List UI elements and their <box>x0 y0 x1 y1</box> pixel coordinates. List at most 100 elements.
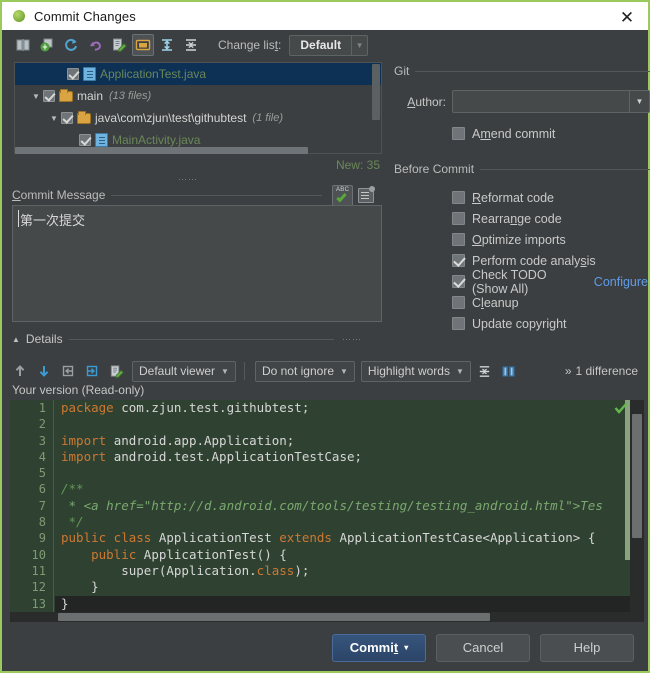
author-input[interactable]: ▼ <box>452 90 650 113</box>
chevron-down-icon[interactable]: ▼ <box>629 91 649 112</box>
scrollbar-thumb[interactable] <box>632 414 642 538</box>
row-checkbox[interactable] <box>43 90 55 102</box>
tree-item-meta: (1 file) <box>252 112 283 124</box>
configure-link[interactable]: Configure <box>594 275 648 289</box>
git-section-label: Git <box>394 64 410 78</box>
code-content[interactable]: package com.zjun.test.githubtest; import… <box>55 400 644 618</box>
analysis-ok-check-icon[interactable] <box>614 402 628 414</box>
commit-message-header: Commit Message <box>12 188 322 202</box>
java-file-icon <box>95 133 108 147</box>
update-copyright-checkbox[interactable] <box>452 317 465 330</box>
editor-horizontal-scrollbar[interactable] <box>10 612 644 622</box>
main-content: ApplicationTest.java ▼ main (13 files) ▼… <box>2 60 650 358</box>
edit-source-icon[interactable] <box>108 34 130 56</box>
chevron-down-icon: ▼ <box>340 366 348 376</box>
cleanup-checkbox[interactable] <box>452 296 465 309</box>
chevron-right-icon[interactable]: » <box>565 364 572 378</box>
refresh-icon[interactable] <box>60 34 82 56</box>
next-difference-icon[interactable] <box>34 361 54 381</box>
folder-icon <box>59 88 73 102</box>
window-title-bar: Commit Changes ✕ <box>2 0 648 30</box>
rearrange-code-row[interactable]: Rearrange code <box>452 208 648 229</box>
help-button[interactable]: Help <box>540 633 634 662</box>
amend-commit-checkbox-row[interactable]: Amend commit <box>452 123 555 144</box>
reformat-code-label: Reformat code <box>472 190 554 205</box>
window-title: Commit Changes <box>34 8 136 24</box>
code-token: import <box>61 448 114 464</box>
java-file-icon <box>83 67 96 81</box>
line-number: 4 <box>38 449 46 464</box>
code-token: } <box>61 579 99 595</box>
table-row[interactable]: ApplicationTest.java <box>15 63 381 85</box>
editor-vertical-scrollbar[interactable] <box>630 400 644 618</box>
previous-difference-icon[interactable] <box>10 361 30 381</box>
collapse-unchanged-icon[interactable] <box>475 361 495 381</box>
scrollbar-thumb[interactable] <box>15 147 308 154</box>
cleanup-label: Cleanup <box>472 295 519 310</box>
ignore-select[interactable]: Do not ignore ▼ <box>254 360 355 382</box>
optimize-imports-label: Optimize imports <box>472 232 566 247</box>
commit-button[interactable]: Commit ▾ <box>332 633 426 662</box>
check-todo-checkbox[interactable] <box>452 275 465 288</box>
code-line: } <box>55 579 644 595</box>
changelist-select[interactable]: Default ▼ <box>289 34 369 56</box>
code-line: import android.test.ApplicationTestCase; <box>55 449 644 465</box>
chevron-down-icon[interactable]: ▼ <box>47 114 61 123</box>
commit-message-tools: ABC <box>332 185 375 206</box>
details-label: Details <box>25 332 63 346</box>
code-token: android.app.Application; <box>113 432 295 448</box>
collapse-all-icon[interactable] <box>180 34 202 56</box>
table-row[interactable]: ▼ java\com\zjun\test\githubtest (1 file) <box>15 107 381 129</box>
table-row[interactable]: ▼ main (13 files) <box>15 85 381 107</box>
expand-all-icon[interactable] <box>156 34 178 56</box>
group-by-directory-icon[interactable] <box>132 34 154 56</box>
row-checkbox[interactable] <box>79 134 91 146</box>
rearrange-code-checkbox[interactable] <box>452 212 465 225</box>
before-commit-header: Before Commit <box>394 162 650 176</box>
revert-icon-green[interactable] <box>36 34 58 56</box>
folder-icon <box>77 110 91 124</box>
highlight-select[interactable]: Highlight words ▼ <box>360 360 471 382</box>
apply-right-icon[interactable] <box>82 361 102 381</box>
amend-commit-checkbox[interactable] <box>452 127 465 140</box>
tree-horizontal-scrollbar[interactable] <box>15 146 381 154</box>
viewer-select[interactable]: Default viewer ▼ <box>132 360 236 382</box>
show-diff-icon[interactable] <box>12 34 34 56</box>
rearrange-code-label: Rearrange code <box>472 211 562 226</box>
update-copyright-row[interactable]: Update copyright <box>452 313 648 334</box>
collapse-triangle-icon[interactable]: ▲ <box>12 335 20 344</box>
side-by-side-view-icon[interactable] <box>499 361 519 381</box>
tree-item-meta: (13 files) <box>109 90 152 102</box>
code-token: import <box>61 432 114 448</box>
optimize-imports-row[interactable]: Optimize imports <box>452 229 648 250</box>
splitter-grip[interactable]: ⋯⋯ <box>178 174 198 185</box>
edit-source-icon[interactable] <box>106 361 126 381</box>
perform-code-analysis-checkbox[interactable] <box>452 254 465 267</box>
line-number-gutter: 1 2 3 4 5 6 7 8 9 10 11 12 13 <box>10 400 54 618</box>
details-splitter-grip[interactable]: ⋯⋯ <box>342 334 362 345</box>
spellcheck-abc-icon[interactable]: ABC <box>332 185 353 206</box>
row-checkbox[interactable] <box>67 68 79 80</box>
cancel-button[interactable]: Cancel <box>436 633 530 662</box>
reformat-code-checkbox[interactable] <box>452 191 465 204</box>
tree-item-label: MainActivity.java <box>112 133 201 147</box>
chevron-down-icon[interactable]: ▼ <box>29 92 43 101</box>
amend-commit-label: Amend commit <box>472 126 556 141</box>
changes-tree[interactable]: ApplicationTest.java ▼ main (13 files) ▼… <box>14 62 382 154</box>
message-history-icon[interactable] <box>358 186 375 203</box>
details-section-header[interactable]: ▲ Details <box>12 332 334 346</box>
tree-vertical-scrollbar[interactable] <box>372 64 380 120</box>
divider <box>480 168 650 170</box>
apply-left-icon[interactable] <box>58 361 78 381</box>
scrollbar-thumb[interactable] <box>58 613 490 621</box>
commit-message-input[interactable]: 第一次提交 <box>12 205 382 322</box>
reformat-code-row[interactable]: Reformat code <box>452 187 648 208</box>
rollback-icon[interactable] <box>84 34 106 56</box>
optimize-imports-checkbox[interactable] <box>452 233 465 246</box>
tree-item-label: ApplicationTest.java <box>100 67 207 81</box>
diff-code-editor[interactable]: 1 2 3 4 5 6 7 8 9 10 11 12 13 package com.zjun.test.… <box>10 400 644 618</box>
check-todo-row[interactable]: Check TODO (Show All) Configure <box>452 268 648 296</box>
row-checkbox[interactable] <box>61 112 73 124</box>
close-icon[interactable]: ✕ <box>616 6 638 28</box>
